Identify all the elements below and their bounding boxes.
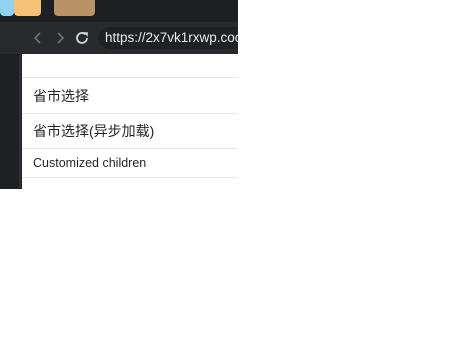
reload-icon: [76, 32, 88, 44]
list-item-province-city[interactable]: 省市选择: [22, 78, 238, 114]
chevron-right-icon: [57, 32, 65, 44]
address-bar[interactable]: https://2x7vk1rxwp.coo: [98, 27, 238, 49]
sidebar-edge: [19, 54, 21, 189]
tab-favicon-tan[interactable]: [54, 0, 95, 16]
tab-strip: [0, 0, 238, 22]
forward-button[interactable]: [50, 28, 70, 48]
page-content: 省市选择 省市选择(异步加载) Customized children: [22, 54, 238, 189]
tab-favicon-blue[interactable]: [0, 0, 14, 16]
tab-favicon-orange[interactable]: [14, 0, 41, 16]
divider: [22, 177, 238, 178]
list-item-customized-children[interactable]: Customized children: [22, 149, 238, 178]
browser-toolbar: https://2x7vk1rxwp.coo: [0, 22, 238, 54]
browser-window: https://2x7vk1rxwp.coo 省市选择 省市选择(异步加载) C…: [0, 0, 238, 189]
reload-button[interactable]: [72, 28, 92, 48]
back-button[interactable]: [28, 28, 48, 48]
list-item-province-city-async[interactable]: 省市选择(异步加载): [22, 114, 238, 149]
chevron-left-icon: [33, 32, 41, 44]
